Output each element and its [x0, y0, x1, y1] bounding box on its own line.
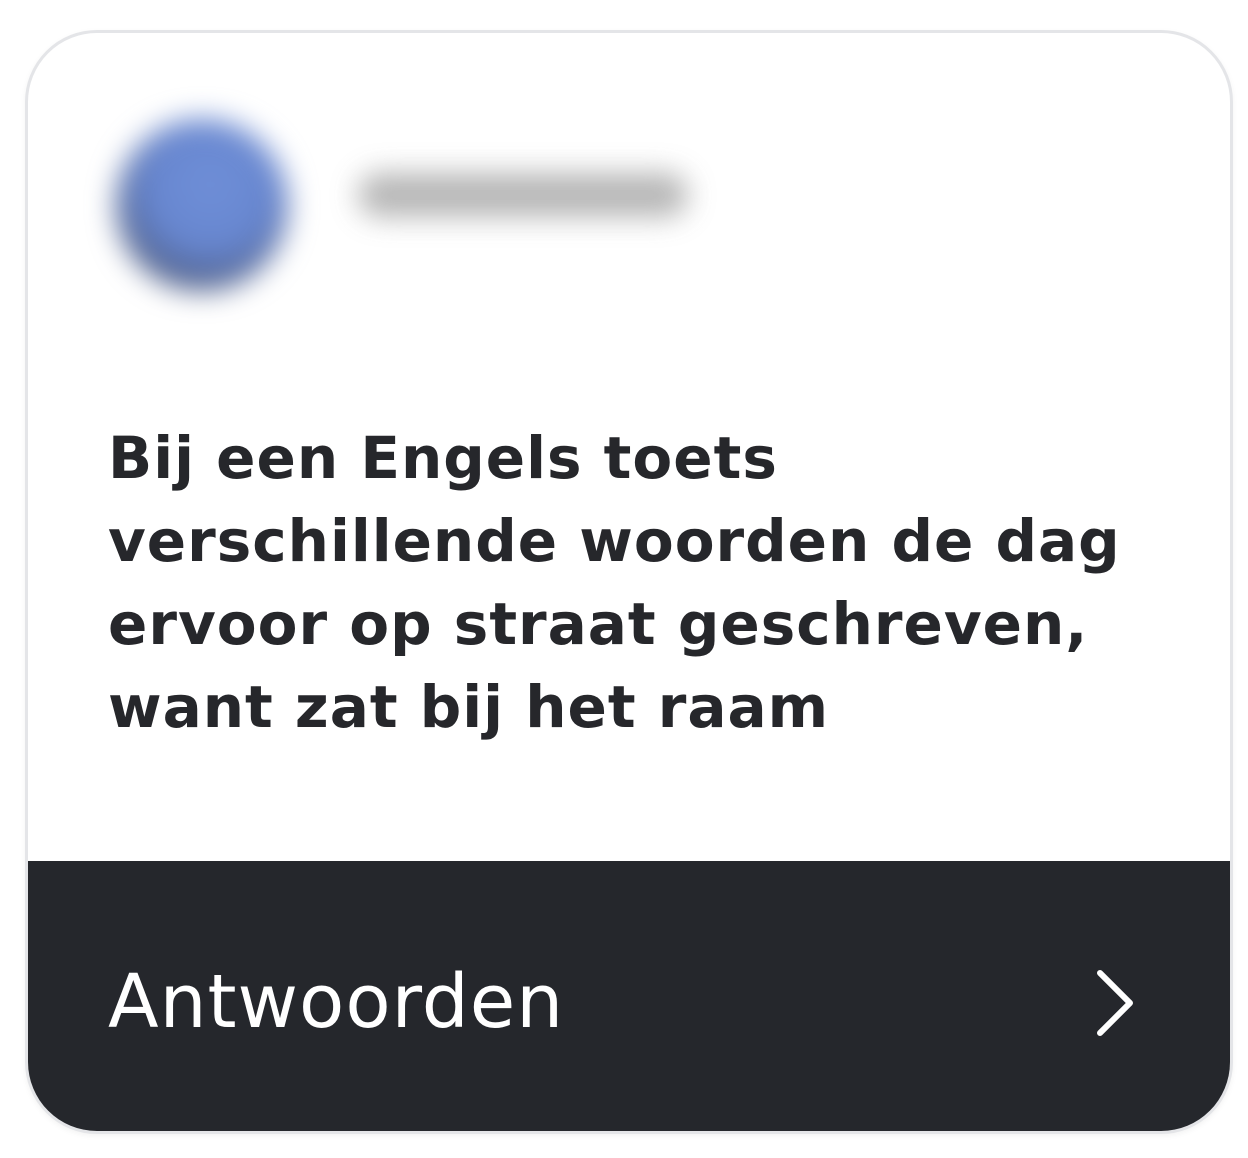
- chevron-right-icon: [1097, 970, 1133, 1036]
- reply-button[interactable]: Antwoorden: [28, 861, 1230, 1131]
- author-name-redacted: [358, 173, 688, 217]
- avatar: [116, 119, 288, 291]
- message-text: Bij een Engels toets verschillende woord…: [108, 424, 1121, 741]
- reply-label: Antwoorden: [108, 959, 565, 1045]
- message-card: Bij een Engels toets verschillende woord…: [25, 30, 1233, 1134]
